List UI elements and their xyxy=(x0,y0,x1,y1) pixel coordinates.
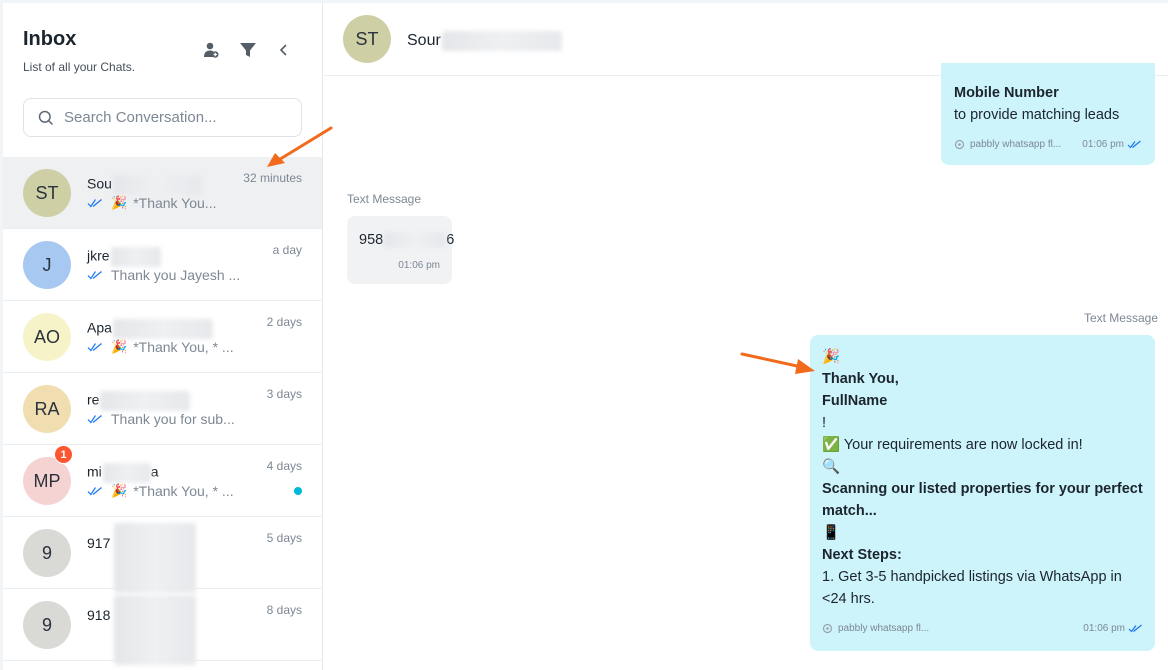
conversation-time: 4 days xyxy=(266,459,302,473)
search-input[interactable] xyxy=(64,109,284,126)
conversation-preview: Thank you Jayesh ... xyxy=(87,267,240,283)
conversation-name: jkre xyxy=(87,247,161,267)
conversation-list: ST Sou 32 minutes 🎉 *Thank You... Jjkre a day T… xyxy=(3,157,322,665)
double-check-icon xyxy=(87,343,102,352)
message-line: Scanning our listed properties for your … xyxy=(822,481,1143,497)
conversation-preview: Thank you for sub... xyxy=(87,411,235,427)
double-check-icon xyxy=(87,487,102,496)
avatar: MP xyxy=(23,457,71,505)
double-check-icon xyxy=(87,199,102,208)
message-source: pabbly whatsapp fl... xyxy=(954,139,1061,150)
message-time: 01:06 pm xyxy=(1082,139,1142,150)
avatar: RA xyxy=(23,385,71,433)
party-emoji: 🎉 xyxy=(111,195,128,210)
message-line: <24 hrs. xyxy=(822,591,875,607)
party-emoji: 🎉 xyxy=(111,483,128,498)
message-line: 🔍 xyxy=(822,459,841,475)
avatar: 9 xyxy=(23,601,71,649)
inbox-title: Inbox xyxy=(23,28,77,50)
conversation-preview: 🎉 *Thank You, * ... xyxy=(87,339,234,355)
double-check-icon xyxy=(1128,624,1142,633)
party-emoji: 🎉 xyxy=(111,339,128,354)
conversation-time: 8 days xyxy=(266,603,302,617)
avatar: ST xyxy=(23,169,71,217)
message-line: 📱 xyxy=(822,525,841,541)
search-box[interactable] xyxy=(23,98,302,137)
message-type-label: Text Message xyxy=(347,192,422,206)
conversation-name: 918 xyxy=(87,595,196,665)
conversation-time: 32 minutes xyxy=(243,171,302,185)
flow-icon xyxy=(954,139,965,150)
conversation-time: 2 days xyxy=(266,315,302,329)
conversation-name: Sou xyxy=(87,175,201,195)
avatar: AO xyxy=(23,313,71,361)
conversation-row[interactable]: 9 918 8 days xyxy=(3,589,322,665)
chevron-left-icon[interactable] xyxy=(274,40,294,60)
unread-badge: 1 xyxy=(54,445,73,464)
conversation-time: 5 days xyxy=(266,531,302,545)
incoming-message[interactable]: 958 6 01:06 pm xyxy=(347,216,455,284)
flow-icon xyxy=(822,623,833,634)
outgoing-message[interactable]: Mobile Number to provide matching leads p… xyxy=(941,63,1155,165)
message-time: 01:06 pm xyxy=(398,260,440,271)
conversation-preview: 🎉 *Thank You... xyxy=(87,195,216,211)
message-line: FullName xyxy=(822,393,888,409)
message-line: Next Steps: xyxy=(822,547,902,563)
search-icon xyxy=(38,110,54,125)
outgoing-message[interactable]: 🎉 Thank You, FullName! ✅ Your requirements … xyxy=(810,335,1155,651)
message-line: to provide matching leads xyxy=(954,107,1120,123)
conversation-row[interactable]: RA re 3 days Thank you for sub... xyxy=(3,373,322,445)
message-text: 958 6 xyxy=(359,232,455,249)
inbox-sidebar: Inbox List of all your Chats. ST Sou 32 mi… xyxy=(3,3,333,670)
conversation-preview: 🎉 *Thank You, * ... xyxy=(87,483,234,499)
conversation-name: 917 xyxy=(87,523,196,593)
conversation-time: 3 days xyxy=(266,387,302,401)
conversation-name: re xyxy=(87,391,191,411)
message-time: 01:06 pm xyxy=(1083,623,1143,634)
message-line: ✅ Your requirements are now locked in! xyxy=(822,437,1083,453)
conversation-row[interactable]: Jjkre a day Thank you Jayesh ... xyxy=(3,229,322,301)
add-contact-icon[interactable] xyxy=(201,40,221,60)
double-check-icon xyxy=(87,271,102,280)
conversation-row[interactable]: MP 1 mi a 4 days 🎉 *Thank You, * ... xyxy=(3,445,322,517)
conversation-name: Apa xyxy=(87,319,213,339)
avatar: 9 xyxy=(23,529,71,577)
conversation-name: mi a xyxy=(87,463,159,483)
message-source: pabbly whatsapp fl... xyxy=(822,623,929,634)
app-window: Inbox List of all your Chats. ST Sou 32 mi… xyxy=(3,3,1168,670)
avatar[interactable]: ST xyxy=(343,15,391,63)
message-line: 🎉 xyxy=(822,349,841,365)
conversation-row[interactable]: AO Apa 2 days 🎉 *Thank You, * ... xyxy=(3,301,322,373)
message-type-label: Text Message xyxy=(1083,311,1158,325)
message-line: Mobile Number xyxy=(954,85,1059,101)
filter-icon[interactable] xyxy=(238,40,258,60)
message-line: Thank You, xyxy=(822,371,899,387)
message-line: ! xyxy=(822,415,827,431)
double-check-icon xyxy=(87,415,102,424)
inbox-subtitle: List of all your Chats. xyxy=(23,60,136,74)
message-line: match... xyxy=(822,503,877,519)
unread-dot xyxy=(294,487,302,495)
avatar: J xyxy=(23,241,71,289)
annotation-arrow-icon xyxy=(740,352,815,374)
contact-name[interactable]: Sour xyxy=(407,31,562,51)
conversation-row[interactable]: 9 917 5 days xyxy=(3,517,322,593)
double-check-icon xyxy=(1127,140,1141,149)
chat-panel: ST Sour Mobile Number to provide matching… xyxy=(324,3,1168,670)
message-line: 1. Get 3-5 handpicked listings via Whats… xyxy=(822,569,1122,585)
conversation-time: a day xyxy=(272,243,302,257)
